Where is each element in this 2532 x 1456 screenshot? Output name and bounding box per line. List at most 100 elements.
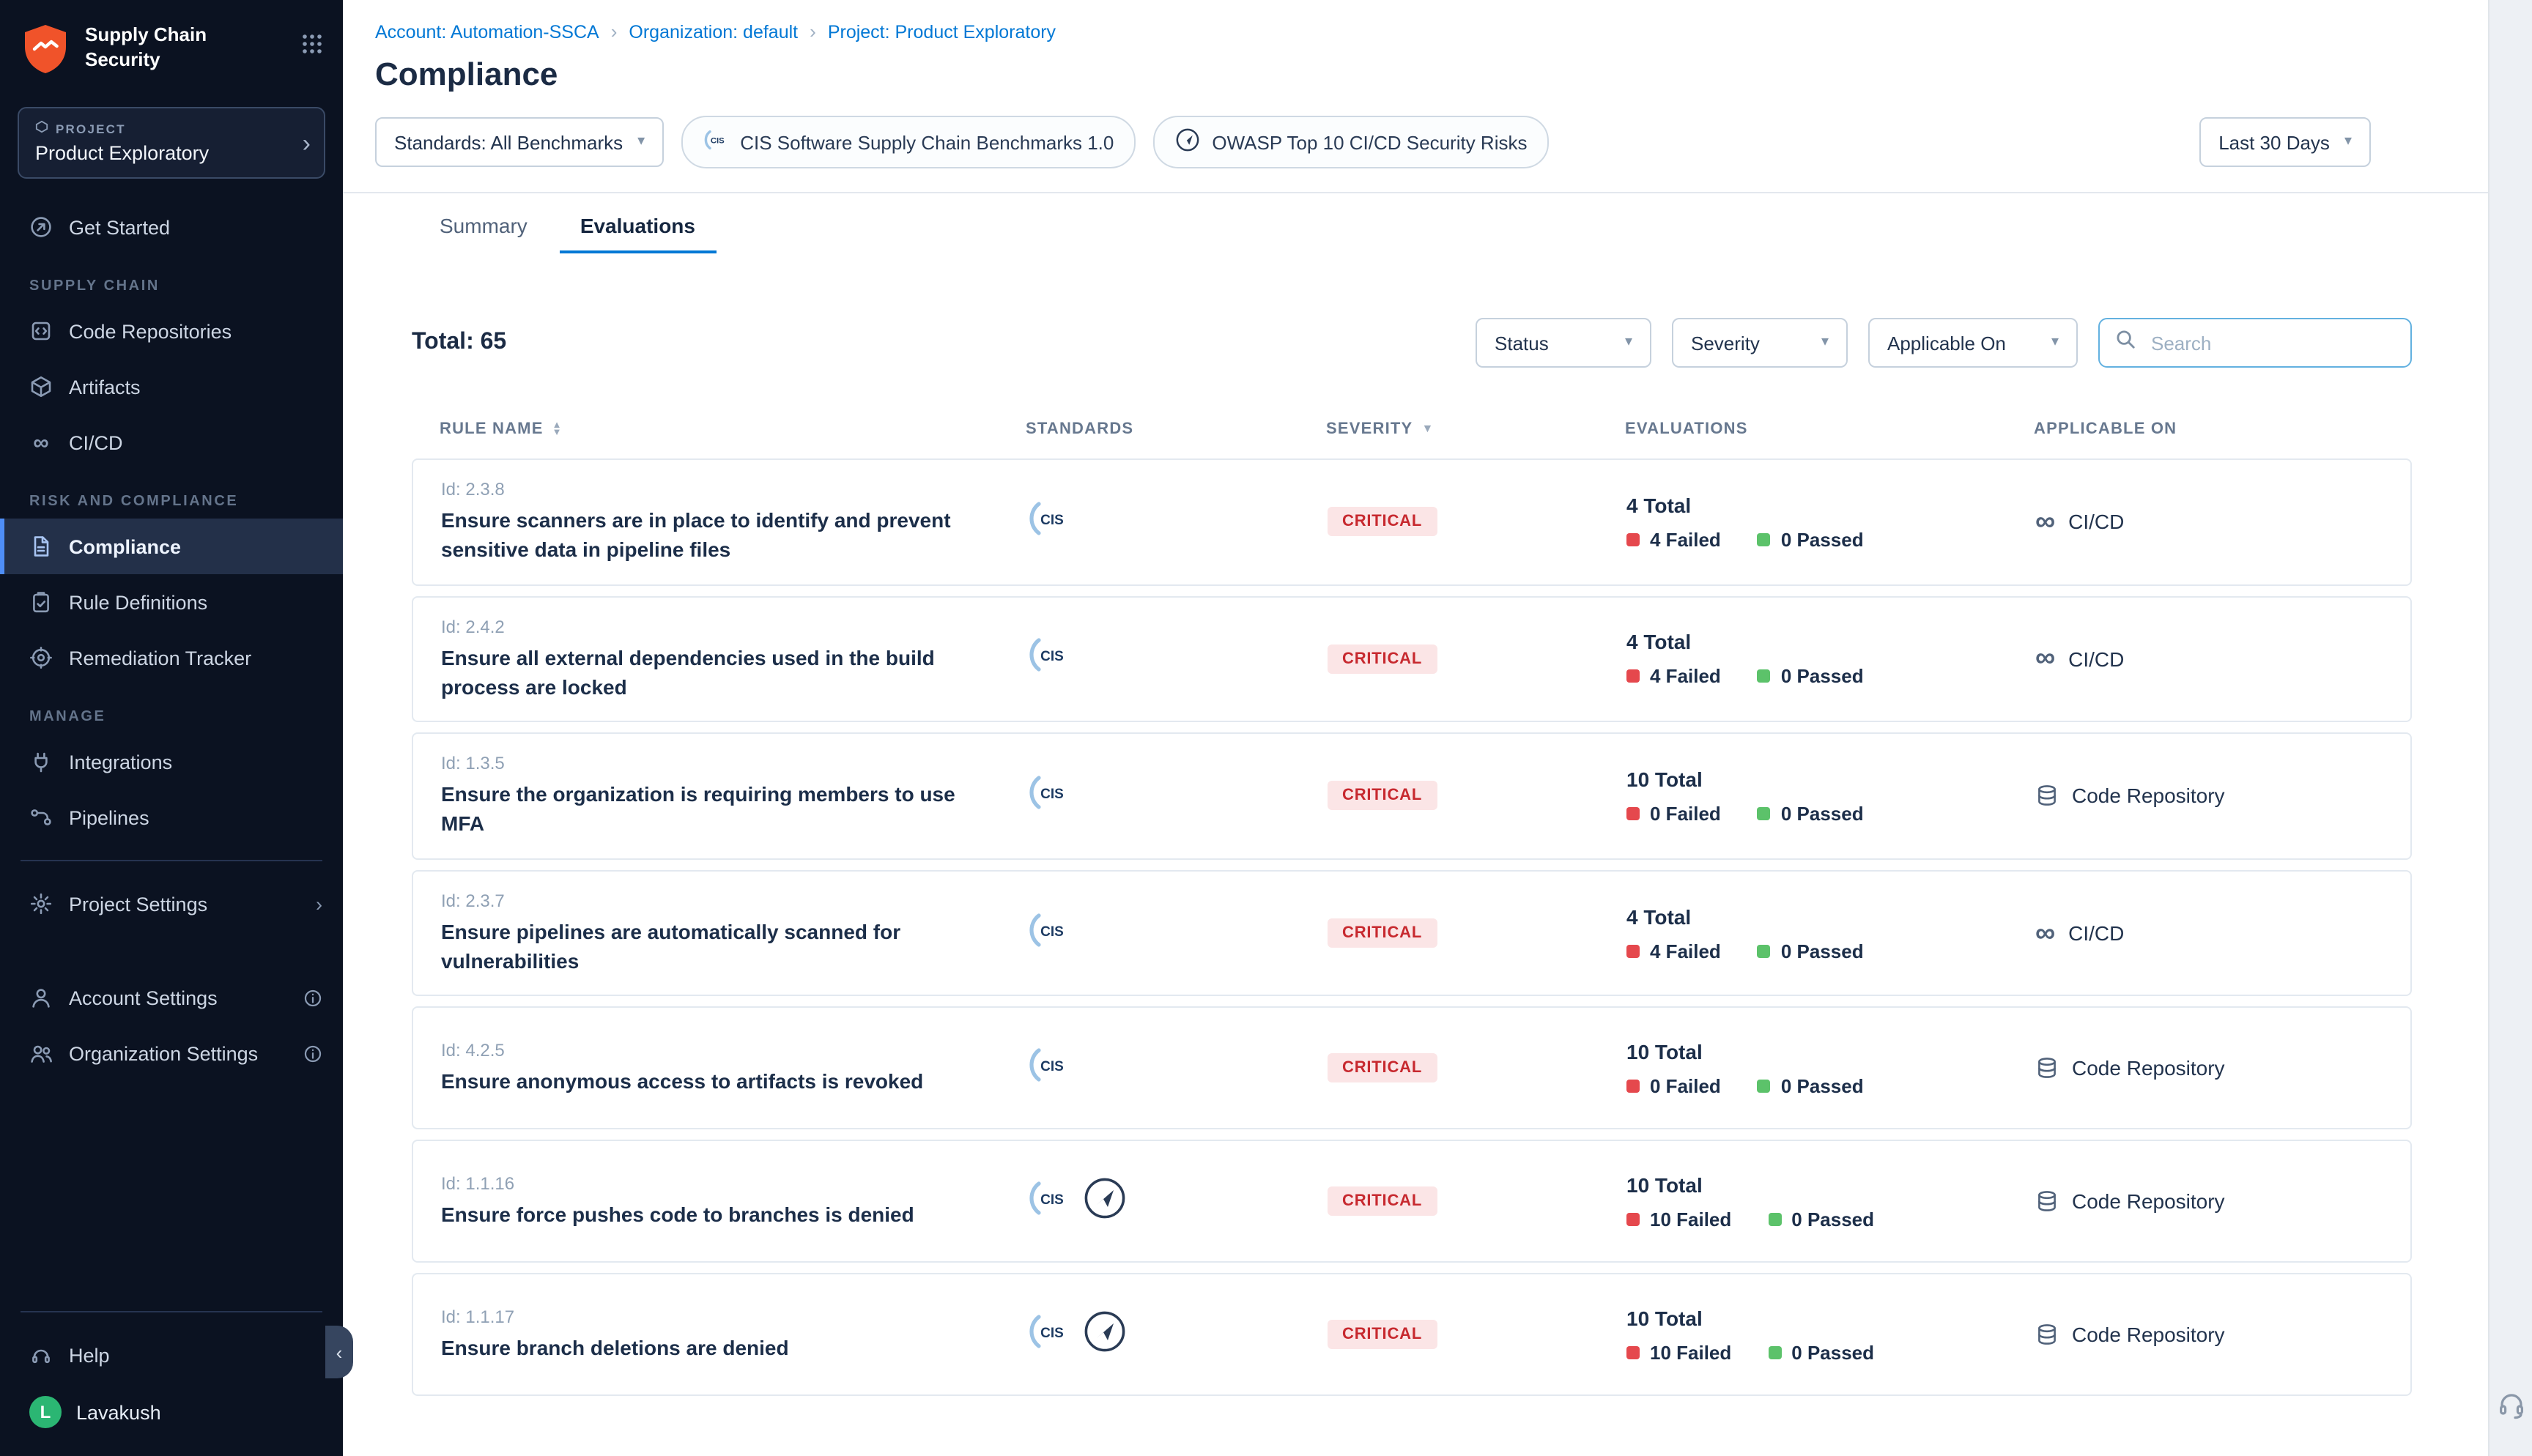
sort-down-icon: ▼ — [1421, 423, 1434, 435]
owasp-standard-icon — [1083, 1176, 1127, 1227]
standards-dropdown[interactable]: Standards: All Benchmarks ▾ — [375, 117, 664, 167]
passed-count: 0 Passed — [1781, 803, 1864, 825]
column-header-severity[interactable]: SEVERITY ▼ — [1326, 420, 1625, 438]
project-cube-icon — [35, 120, 48, 136]
severity-badge: CRITICAL — [1328, 918, 1437, 948]
cis-benchmark-chip[interactable]: CIS CIS Software Supply Chain Benchmarks… — [681, 116, 1136, 168]
standards-cell: CIS — [1027, 770, 1328, 822]
tab-bar: Summary Evaluations — [343, 193, 2488, 253]
sidebar-collapse-handle[interactable]: ‹ — [325, 1326, 353, 1378]
chevron-down-icon: ▾ — [2344, 135, 2352, 149]
standards-cell: CIS — [1027, 907, 1328, 959]
applicable-on-filter-dropdown[interactable]: Applicable On ▾ — [1868, 318, 2078, 368]
table-row[interactable]: Id: 4.2.5 Ensure anonymous access to art… — [412, 1007, 2412, 1130]
sidebar-item-account-settings[interactable]: Account Settings — [0, 970, 343, 1025]
svg-text:CIS: CIS — [1040, 513, 1064, 528]
page-title: Compliance — [375, 56, 2371, 94]
svg-text:CIS: CIS — [1040, 1059, 1064, 1074]
table-row[interactable]: Id: 1.1.16 Ensure force pushes code to b… — [412, 1140, 2412, 1263]
pipelines-icon — [29, 806, 53, 829]
owasp-chip-label: OWASP Top 10 CI/CD Security Risks — [1212, 131, 1527, 153]
severity-badge: CRITICAL — [1328, 781, 1437, 811]
applicable-on-label: Code Repository — [2072, 784, 2225, 808]
evaluations-panel: Total: 65 Status ▾ Severity ▾ Applicable… — [343, 253, 2488, 1456]
table-row[interactable]: Id: 2.3.7 Ensure pipelines are automatic… — [412, 870, 2412, 997]
sidebar-item-remediation-tracker[interactable]: Remediation Tracker — [0, 630, 343, 686]
sidebar-item-compliance[interactable]: Compliance — [0, 519, 343, 574]
support-headset-icon[interactable] — [2496, 1390, 2525, 1427]
sidebar-item-label: Pipelines — [69, 806, 149, 828]
cis-chip-label: CIS Software Supply Chain Benchmarks 1.0 — [740, 131, 1114, 153]
table-row[interactable]: Id: 1.3.5 Ensure the organization is req… — [412, 732, 2412, 859]
total-count: Total: 65 — [412, 330, 506, 356]
status-filter-dropdown[interactable]: Status ▾ — [1476, 318, 1651, 368]
search-box[interactable] — [2098, 318, 2412, 368]
gear-icon — [29, 892, 53, 915]
evaluations-total: 4 Total — [1626, 494, 2035, 517]
breadcrumb-project-link[interactable]: Project: Product Exploratory — [828, 21, 1056, 42]
sidebar-item-integrations[interactable]: Integrations — [0, 734, 343, 790]
sidebar-item-label: Remediation Tracker — [69, 647, 251, 669]
applicable-on-label: CI/CD — [2068, 647, 2124, 671]
passed-indicator — [1768, 1213, 1781, 1226]
rule-name: Ensure force pushes code to branches is … — [441, 1200, 998, 1230]
cis-standard-icon: CIS — [1027, 1176, 1071, 1227]
sidebar-item-label: Rule Definitions — [69, 591, 207, 613]
project-selector[interactable]: PROJECT Product Exploratory › — [18, 107, 325, 179]
sidebar-item-pipelines[interactable]: Pipelines — [0, 790, 343, 845]
sidebar-item-artifacts[interactable]: Artifacts — [0, 359, 343, 415]
severity-cell: CRITICAL — [1328, 918, 1626, 948]
chevron-down-icon: ▾ — [2051, 335, 2059, 350]
user-menu[interactable]: L Lavakush — [0, 1383, 343, 1441]
date-range-dropdown[interactable]: Last 30 Days ▾ — [2199, 117, 2371, 167]
sidebar-item-help[interactable]: Help — [0, 1327, 343, 1383]
sidebar-item-code-repositories[interactable]: Code Repositories — [0, 303, 343, 359]
tab-evaluations[interactable]: Evaluations — [560, 193, 716, 253]
table-row[interactable]: Id: 2.4.2 Ensure all external dependenci… — [412, 595, 2412, 722]
breadcrumb-organization-link[interactable]: Organization: default — [629, 21, 798, 42]
owasp-chip[interactable]: OWASP Top 10 CI/CD Security Risks — [1153, 116, 1549, 168]
table-row[interactable]: Id: 1.1.17 Ensure branch deletions are d… — [412, 1274, 2412, 1397]
failed-indicator — [1626, 807, 1640, 820]
rule-name: Ensure all external dependencies used in… — [441, 642, 998, 702]
applicable-on-label: Code Repository — [2072, 1323, 2225, 1347]
table-row[interactable]: Id: 2.3.8 Ensure scanners are in place t… — [412, 458, 2412, 585]
sidebar-item-rule-definitions[interactable]: Rule Definitions — [0, 574, 343, 630]
rule-id: Id: 2.3.7 — [441, 891, 1027, 911]
sidebar-item-organization-settings[interactable]: Organization Settings — [0, 1025, 343, 1081]
failed-count: 4 Failed — [1650, 666, 1721, 688]
evaluations-total: 10 Total — [1626, 1040, 2035, 1063]
severity-cell: CRITICAL — [1328, 508, 1626, 537]
applicable-on-cell: ∞ Code Repository — [2035, 784, 2387, 808]
scrollbar-gutter[interactable] — [2488, 0, 2532, 1456]
cicd-infinity-icon: ∞ — [2035, 645, 2055, 673]
search-input[interactable] — [2148, 330, 2396, 355]
evaluations-total: 10 Total — [1626, 768, 2035, 791]
app-grid-icon[interactable] — [302, 34, 322, 62]
sidebar-item-label: Account Settings — [69, 987, 218, 1009]
passed-indicator — [1758, 1080, 1771, 1093]
tab-summary[interactable]: Summary — [419, 193, 548, 253]
sidebar-item-project-settings[interactable]: Project Settings › — [0, 876, 343, 932]
severity-badge: CRITICAL — [1328, 508, 1437, 537]
severity-badge: CRITICAL — [1328, 1054, 1437, 1083]
rule-id: Id: 1.1.17 — [441, 1307, 1027, 1327]
main-content: Account: Automation-SSCA › Organization:… — [343, 0, 2488, 1456]
passed-indicator — [1758, 807, 1771, 820]
sort-icon[interactable]: ▲▼ — [552, 422, 563, 437]
sidebar-item-cicd[interactable]: ∞ CI/CD — [0, 415, 343, 470]
column-header-rule-name[interactable]: RULE NAME ▲▼ — [440, 420, 1026, 438]
table-header-row: RULE NAME ▲▼ STANDARDS SEVERITY ▼ EVALUA… — [412, 420, 2412, 438]
chevron-left-icon: ‹ — [336, 1341, 343, 1363]
cis-standard-icon: CIS — [1027, 1310, 1071, 1361]
breadcrumb-account-link[interactable]: Account: Automation-SSCA — [375, 21, 599, 42]
sidebar-divider — [21, 1311, 322, 1312]
code-repository-icon — [2035, 1323, 2059, 1347]
failed-indicator — [1626, 1080, 1640, 1093]
passed-indicator — [1758, 533, 1771, 546]
applicable-on-label: Code Repository — [2072, 1190, 2225, 1214]
severity-filter-dropdown[interactable]: Severity ▾ — [1672, 318, 1848, 368]
sidebar-item-get-started[interactable]: Get Started — [0, 199, 343, 255]
table-body: Id: 2.3.8 Ensure scanners are in place t… — [412, 458, 2412, 1397]
date-range-label: Last 30 Days — [2218, 131, 2330, 153]
